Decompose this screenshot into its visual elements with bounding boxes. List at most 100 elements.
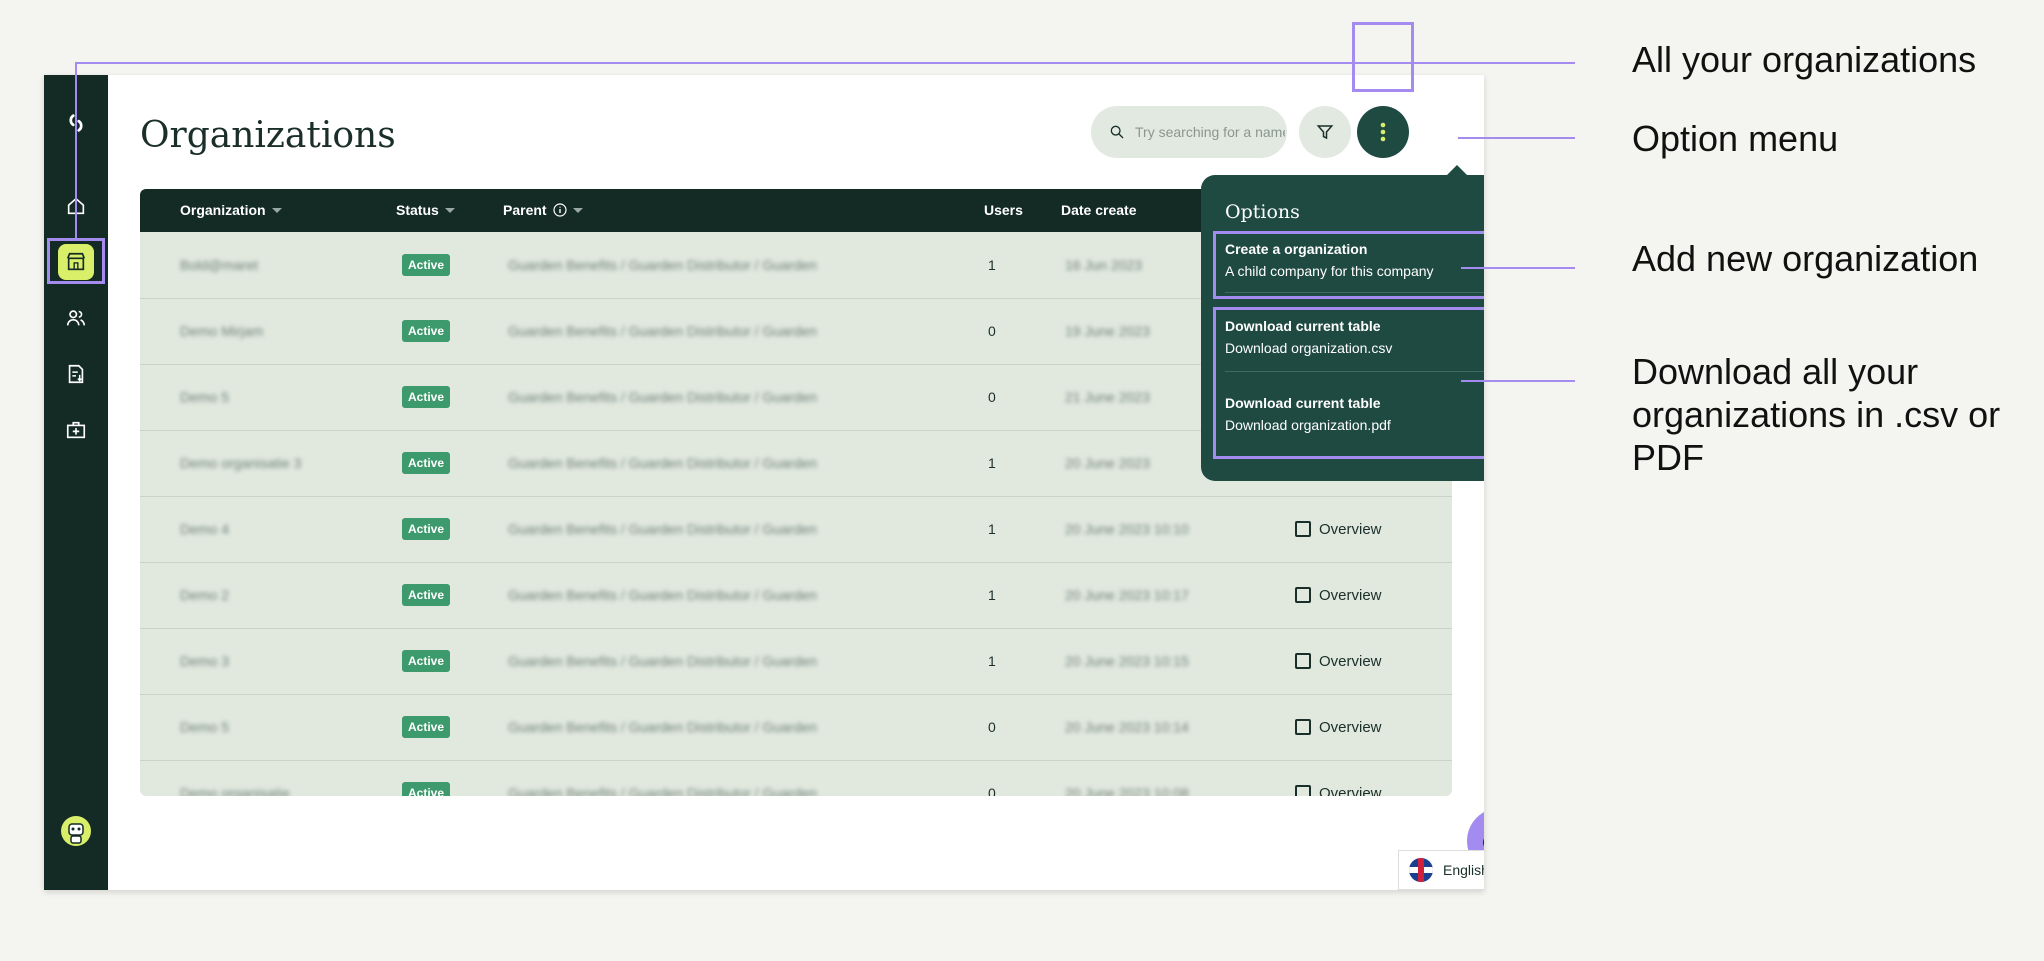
column-parent[interactable]: Parent (503, 202, 583, 218)
overview-link[interactable]: Overview (1295, 653, 1382, 670)
annotation-all-organizations: All your organizations (1632, 39, 1977, 80)
medical-kit-icon[interactable] (58, 412, 94, 448)
parent-path: Guarden Benefits / Guarden Distributor /… (508, 719, 817, 735)
overview-link[interactable]: Overview (1295, 784, 1382, 797)
sort-caret-icon (444, 207, 455, 213)
filter-button[interactable] (1299, 106, 1351, 158)
parent-path: Guarden Benefits / Guarden Distributor /… (508, 785, 817, 796)
options-menu-button-highlight (1352, 22, 1414, 92)
organization-name: Demo 3 (180, 653, 230, 669)
search-box[interactable] (1091, 106, 1287, 158)
info-icon[interactable] (552, 203, 567, 217)
user-count: 1 (988, 521, 996, 537)
annotation-option-menu: Option menu (1632, 118, 1839, 159)
organization-name: Bold@maret (180, 257, 259, 273)
overview-label: Overview (1319, 520, 1382, 538)
more-vertical-icon (1380, 122, 1386, 142)
status-badge: Active (402, 452, 451, 474)
overview-label: Overview (1319, 718, 1382, 736)
status-cell: Active (402, 298, 451, 364)
column-status[interactable]: Status (396, 202, 455, 218)
table-row[interactable]: Demo 2 Active Guarden Benefits / Guarden D… (140, 562, 1452, 629)
users-icon[interactable] (58, 300, 94, 336)
chat-icon (1483, 834, 1484, 851)
annotation-add-new: Add new organization (1632, 238, 1979, 279)
annotation-line (1458, 137, 1575, 139)
status-cell: Active (402, 232, 451, 298)
column-date-created[interactable]: Date create (1061, 202, 1137, 218)
date-created: 19 June 2023 (1065, 323, 1150, 339)
status-cell: Active (402, 364, 451, 430)
user-count: 0 (988, 719, 996, 735)
date-created: 20 June 2023 10:10 (1065, 521, 1189, 537)
overview-icon (1295, 521, 1311, 537)
parent-path: Guarden Benefits / Guarden Distributor /… (508, 521, 817, 537)
organization-name: Demo 2 (180, 587, 230, 603)
search-icon (1110, 125, 1124, 139)
user-count: 1 (988, 653, 996, 669)
overview-icon (1295, 719, 1311, 735)
language-label: English (1443, 862, 1484, 878)
status-cell: Active (402, 562, 451, 628)
user-count: 1 (988, 455, 996, 471)
overview-label: Overview (1319, 652, 1382, 670)
status-badge: Active (402, 320, 451, 342)
table-row[interactable]: Demo 3 Active Guarden Benefits / Guarden D… (140, 628, 1452, 695)
download-options-highlight (1213, 307, 1484, 459)
options-menu-button[interactable] (1357, 106, 1409, 158)
column-organization[interactable]: Organization (180, 202, 282, 218)
page-title: Organizations (140, 115, 396, 156)
overview-link[interactable]: Overview (1295, 719, 1382, 736)
user-count: 1 (988, 587, 996, 603)
overview-label: Overview (1319, 784, 1382, 797)
search-input[interactable] (1133, 123, 1287, 141)
column-users[interactable]: Users (984, 202, 1023, 218)
status-cell: Active (402, 628, 451, 694)
status-badge: Active (402, 584, 451, 606)
options-menu-title: Options (1225, 201, 1300, 223)
overview-link[interactable]: Overview (1295, 587, 1382, 604)
organization-name: Demo 5 (180, 389, 230, 405)
app-window: Organizations Organization Status Parent… (44, 22, 1484, 890)
language-selector[interactable]: English (1398, 850, 1484, 890)
overview-icon (1295, 785, 1311, 796)
annotation-line (1461, 380, 1575, 382)
user-count: 0 (988, 785, 996, 796)
parent-path: Guarden Benefits / Guarden Distributor /… (508, 587, 817, 603)
status-cell: Active (402, 430, 451, 496)
organization-name: Demo organisatie (180, 785, 290, 796)
annotation-line (75, 62, 77, 239)
parent-path: Guarden Benefits / Guarden Distributor /… (508, 323, 817, 339)
status-cell: Active (402, 760, 451, 796)
status-badge: Active (402, 386, 451, 408)
annotation-download: Download all your organizations in .csv … (1632, 351, 2001, 478)
date-created: 16 Jun 2023 (1065, 257, 1143, 273)
user-count: 0 (988, 389, 996, 405)
user-count: 0 (988, 323, 996, 339)
overview-label: Overview (1319, 586, 1382, 604)
status-badge: Active (402, 518, 451, 540)
sort-caret-icon (271, 207, 282, 213)
overview-link[interactable]: Overview (1295, 521, 1382, 538)
table-row[interactable]: Demo organisatie Active Guarden Benefits /… (140, 760, 1452, 796)
annotation-line (1461, 267, 1575, 269)
filter-icon (1316, 125, 1334, 140)
parent-path: Guarden Benefits / Guarden Distributor /… (508, 389, 817, 405)
overview-icon (1295, 587, 1311, 603)
avatar[interactable] (58, 813, 94, 849)
status-badge: Active (402, 254, 451, 276)
report-icon[interactable] (58, 356, 94, 392)
parent-path: Guarden Benefits / Guarden Distributor /… (508, 455, 817, 471)
parent-path: Guarden Benefits / Guarden Distributor /… (508, 653, 817, 669)
status-badge: Active (402, 716, 451, 738)
status-badge: Active (402, 650, 451, 672)
main-content: Organizations Organization Status Parent… (108, 22, 1484, 890)
organization-name: Demo Mirjam (180, 323, 264, 339)
parent-path: Guarden Benefits / Guarden Distributor /… (508, 257, 817, 273)
organizations-nav-highlight (47, 238, 105, 284)
table-row[interactable]: Demo 5 Active Guarden Benefits / Guarden D… (140, 694, 1452, 761)
status-badge: Active (402, 782, 451, 796)
status-cell: Active (402, 694, 451, 760)
date-created: 20 June 2023 10:08 (1065, 785, 1189, 796)
table-row[interactable]: Demo 4 Active Guarden Benefits / Guarden D… (140, 496, 1452, 563)
